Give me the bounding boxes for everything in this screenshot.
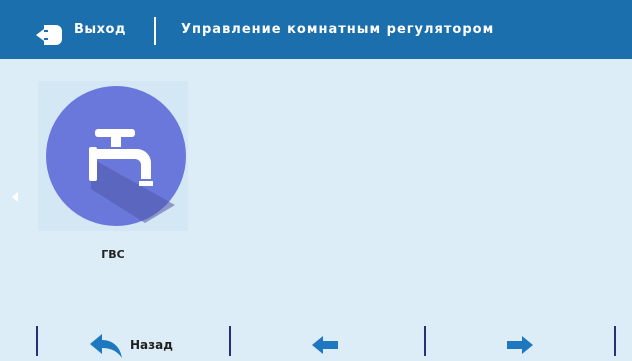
header-divider	[154, 17, 156, 45]
footer-divider	[229, 326, 231, 356]
exit-label: Выход	[74, 22, 126, 37]
footer-divider	[614, 326, 616, 356]
back-arrow-icon	[90, 334, 122, 358]
footer-divider	[36, 326, 38, 356]
footer-bar: Назад	[0, 308, 632, 361]
arrow-left-icon	[312, 336, 338, 354]
exit-icon	[36, 25, 62, 45]
back-button[interactable]: Назад	[40, 322, 220, 360]
tile-label-dhw: ГВС	[101, 248, 125, 261]
faucet-icon	[46, 86, 186, 226]
arrow-right-icon	[507, 336, 533, 354]
page-title: Управление комнатным регулятором	[181, 22, 495, 37]
back-label: Назад	[130, 338, 173, 352]
exit-button[interactable]: Выход	[0, 0, 152, 59]
header-bar: Выход Управление комнатным регулятором	[0, 0, 632, 59]
previous-button[interactable]	[235, 322, 420, 360]
chevron-left-icon	[12, 192, 18, 202]
scroll-left-arrow[interactable]	[11, 188, 19, 202]
tile-dhw[interactable]	[38, 81, 188, 231]
footer-divider	[424, 326, 426, 356]
next-button[interactable]	[428, 322, 613, 360]
